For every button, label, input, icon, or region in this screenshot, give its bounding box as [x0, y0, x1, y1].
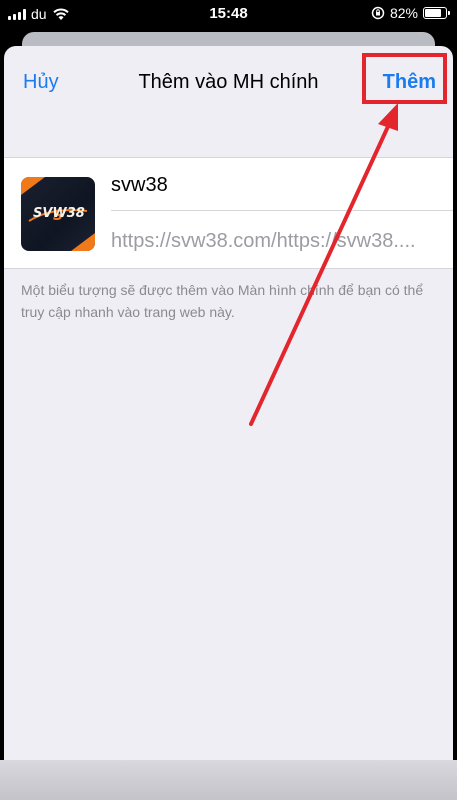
bookmark-name-field[interactable]: svw38	[111, 174, 168, 197]
battery-level	[425, 9, 442, 17]
divider	[111, 210, 453, 211]
nav-bar: Hủy Thêm vào MH chính Thêm	[4, 46, 453, 116]
description-text: Một biểu tượng sẽ được thêm vào Màn hình…	[21, 282, 424, 320]
battery-icon	[423, 7, 450, 19]
bookmark-card: S SVW38 svw38 https://svw38.com/https://…	[4, 157, 453, 269]
app-icon-text: SVW38	[33, 206, 85, 221]
annotation-highlight-box	[362, 53, 447, 104]
status-bar: du 15:48 82%	[0, 0, 457, 30]
lock-rotation-icon	[371, 6, 385, 20]
add-to-home-sheet: Hủy Thêm vào MH chính Thêm S SVW38 svw38…	[4, 46, 453, 800]
battery-percent: 82%	[389, 5, 418, 21]
bookmark-url: https://svw38.com/https://svw38....	[111, 230, 416, 252]
status-right: 82%	[371, 5, 450, 21]
app-icon: S SVW38	[21, 177, 95, 251]
bottom-edge	[0, 760, 457, 800]
